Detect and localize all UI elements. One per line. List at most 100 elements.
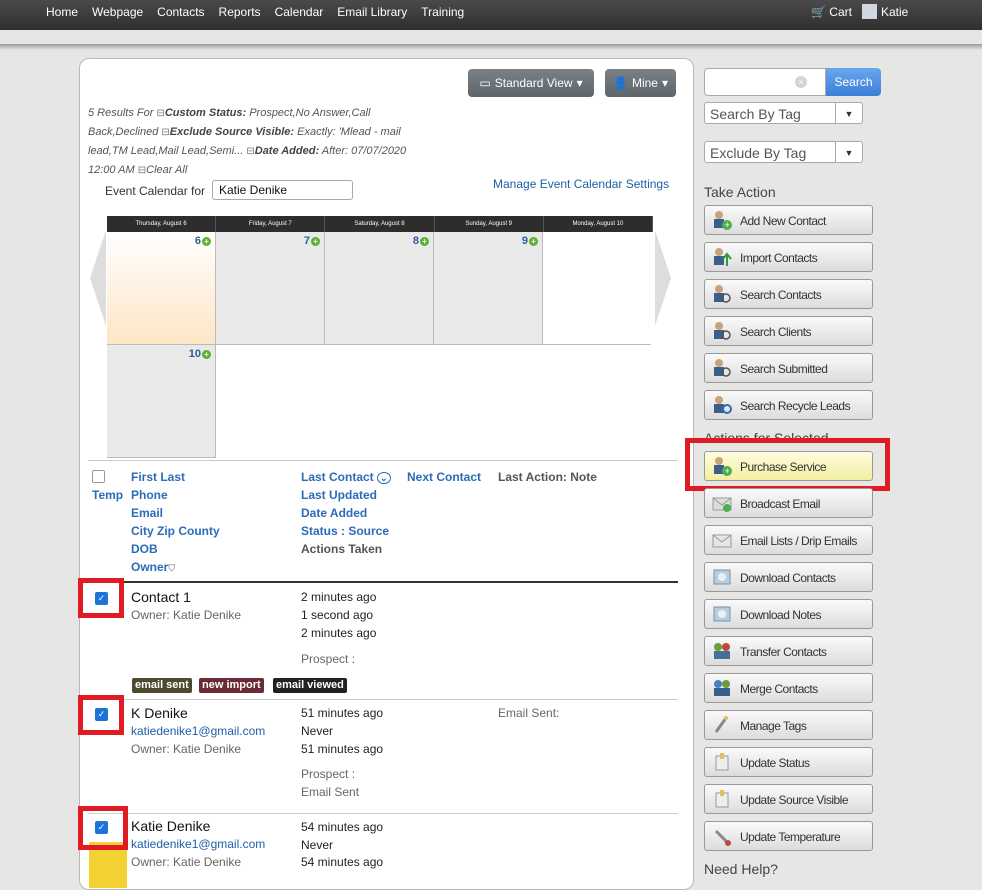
view-label: Standard View <box>494 76 573 90</box>
import-contacts-button[interactable]: Import Contacts <box>704 242 873 272</box>
col-phone[interactable]: Phone <box>131 488 168 502</box>
search-button[interactable]: Search <box>826 68 881 96</box>
col-last-updated[interactable]: Last Updated <box>301 488 377 502</box>
filter-label: Date Added: <box>254 145 320 157</box>
merge-contacts-button[interactable]: Merge Contacts <box>704 673 873 703</box>
nav-webpage[interactable]: Webpage <box>92 5 143 19</box>
contact-email-link[interactable]: katiedenike1@gmail.com <box>131 724 265 738</box>
contact-owner: Owner: Katie Denike <box>131 742 242 756</box>
button-label: Merge Contacts <box>740 682 818 696</box>
col-first-last[interactable]: First Last <box>131 470 185 484</box>
col-status-source[interactable]: Status : Source <box>301 524 389 538</box>
col-next-contact[interactable]: Next Contact <box>407 470 481 484</box>
nav-calendar[interactable]: Calendar <box>275 5 324 19</box>
calendar-day-cell[interactable]: 7 + <box>216 232 325 345</box>
col-date-added[interactable]: Date Added <box>301 506 367 520</box>
calendar-next-arrow[interactable] <box>655 230 671 326</box>
update-source-icon <box>711 788 733 810</box>
broadcast-email-button[interactable]: Broadcast Email <box>704 488 873 518</box>
transfer-contacts-button[interactable]: Transfer Contacts <box>704 636 873 666</box>
last-contact-value: 54 minutes ago <box>301 820 384 834</box>
calendar-day-cell[interactable]: 6 + <box>107 232 216 345</box>
add-event-icon[interactable]: + <box>311 236 320 246</box>
nav-email-library[interactable]: Email Library <box>337 5 407 19</box>
search-submitted-button[interactable]: Search Submitted <box>704 353 873 383</box>
search-recycle-leads-button[interactable]: Search Recycle Leads <box>704 390 873 420</box>
clear-all-link[interactable]: Clear All <box>146 164 187 176</box>
button-label: Search Submitted <box>740 362 828 376</box>
col-dob[interactable]: DOB <box>131 542 158 556</box>
nav-contacts[interactable]: Contacts <box>157 5 204 19</box>
contact-email-link[interactable]: katiedenike1@gmail.com <box>131 837 265 851</box>
chevron-down-icon: ▼ <box>835 103 862 123</box>
button-label: Transfer Contacts <box>740 645 827 659</box>
update-status-icon <box>711 751 733 773</box>
remove-filter-icon[interactable]: ⊟ <box>161 127 169 138</box>
divider <box>88 460 678 461</box>
day-number: 8 <box>412 235 419 247</box>
col-owner[interactable]: Owner⛉ <box>131 560 175 574</box>
calendar-day-cell[interactable]: 10 + <box>107 345 216 458</box>
event-calendar: Thursday, August 6 Friday, August 7 Satu… <box>107 216 654 458</box>
remove-filter-icon[interactable]: ⊟ <box>246 146 254 157</box>
standard-view-button[interactable]: ▭ Standard View ▾ <box>468 69 594 97</box>
add-event-icon[interactable]: + <box>420 236 429 246</box>
search-input[interactable]: × <box>704 68 826 96</box>
contact-name[interactable]: Katie Denike <box>131 818 210 834</box>
row-checkbox[interactable]: ✓ <box>95 821 108 834</box>
manage-calendar-settings-link[interactable]: Manage Event Calendar Settings <box>493 177 669 191</box>
nav-reports[interactable]: Reports <box>219 5 261 19</box>
owner-filter-button[interactable]: 👤 Mine ▾ <box>605 69 676 97</box>
search-by-tag-select[interactable]: Search By Tag ▼ <box>704 102 863 124</box>
temp-header[interactable]: Temp <box>92 488 123 502</box>
transfer-contacts-icon <box>711 640 733 662</box>
status-source-value: Prospect : <box>301 767 356 781</box>
purchase-service-button[interactable]: + Purchase Service <box>704 451 873 481</box>
nav-training[interactable]: Training <box>421 5 464 19</box>
clear-filters-icon[interactable]: ⊟ <box>138 165 146 176</box>
event-calendar-label: Event Calendar for <box>105 184 206 198</box>
email-lists-drip-button[interactable]: Email Lists / Drip Emails <box>704 525 873 555</box>
download-notes-button[interactable]: Download Notes <box>704 599 873 629</box>
update-status-button[interactable]: Update Status <box>704 747 873 777</box>
download-contacts-button[interactable]: Download Contacts <box>704 562 873 592</box>
update-source-visible-button[interactable]: Update Source Visible <box>704 784 873 814</box>
import-contacts-icon <box>711 246 733 268</box>
calendar-day-cell[interactable]: 8 + <box>325 232 434 345</box>
update-temperature-button[interactable]: Update Temperature <box>704 821 873 851</box>
col-last-contact[interactable]: Last Contact ⌄ <box>301 470 391 484</box>
status-source-value: Prospect : <box>301 652 356 666</box>
add-event-icon[interactable]: + <box>202 236 211 246</box>
search-contacts-icon <box>711 283 733 305</box>
calendar-day-cell[interactable]: 9 + <box>434 232 543 345</box>
col-city-zip-county[interactable]: City Zip County <box>131 524 220 538</box>
remove-filter-icon[interactable]: ⊟ <box>156 108 164 119</box>
button-label: Search Clients <box>740 325 812 339</box>
cart-link[interactable]: 🛒 Cart <box>811 5 852 19</box>
button-label: Email Lists / Drip Emails <box>740 534 857 548</box>
add-event-icon[interactable]: + <box>529 236 538 246</box>
need-help-heading: Need Help? <box>704 861 778 877</box>
nav-home[interactable]: Home <box>46 5 78 19</box>
manage-tags-button[interactable]: Manage Tags <box>704 710 873 740</box>
contact-name[interactable]: Contact 1 <box>131 589 191 605</box>
user-menu[interactable]: Katie <box>862 4 908 19</box>
row-checkbox[interactable]: ✓ <box>95 708 108 721</box>
select-all-checkbox[interactable] <box>92 470 105 483</box>
contact-owner: Owner: Katie Denike <box>131 855 242 869</box>
add-event-icon[interactable]: + <box>202 349 211 359</box>
calendar-prev-arrow[interactable] <box>90 230 106 326</box>
avatar <box>862 4 877 19</box>
exclude-by-tag-select[interactable]: Exclude By Tag ▼ <box>704 141 863 163</box>
clear-search-icon[interactable]: × <box>795 76 807 88</box>
button-label: Download Notes <box>740 608 822 622</box>
search-clients-button[interactable]: Search Clients <box>704 316 873 346</box>
contact-name[interactable]: K Denike <box>131 705 188 721</box>
col-email[interactable]: Email <box>131 506 163 520</box>
add-new-contact-button[interactable]: + Add New Contact <box>704 205 873 235</box>
event-calendar-user-field[interactable]: Katie Denike <box>212 180 353 200</box>
button-label: Add New Contact <box>740 214 826 228</box>
search-contacts-button[interactable]: Search Contacts <box>704 279 873 309</box>
row-checkbox[interactable]: ✓ <box>95 592 108 605</box>
col-actions-taken: Actions Taken <box>301 542 383 556</box>
